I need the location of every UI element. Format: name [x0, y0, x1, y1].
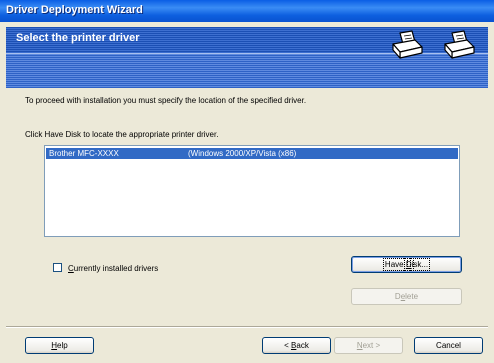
- wizard-header: Select the printer driver: [6, 27, 488, 88]
- installed-drivers-checkbox[interactable]: [53, 263, 62, 272]
- delete-button[interactable]: Delete: [351, 288, 462, 305]
- driver-listbox[interactable]: Brother MFC-XXXX (Windows 2000/XP/Vista …: [44, 145, 460, 237]
- next-button[interactable]: Next >: [334, 337, 403, 354]
- printer-icon: [444, 30, 475, 59]
- have-disk-instruction: Click Have Disk to locate the appropriat…: [25, 130, 219, 139]
- back-button[interactable]: < Back: [262, 337, 331, 354]
- list-item[interactable]: Brother MFC-XXXX (Windows 2000/XP/Vista …: [46, 148, 458, 159]
- footer-divider: [6, 326, 488, 328]
- page-title: Select the printer driver: [16, 32, 140, 44]
- driver-name: Brother MFC-XXXX: [49, 149, 119, 158]
- window-title: Driver Deployment Wizard: [6, 4, 143, 16]
- printer-icon: [392, 30, 423, 59]
- location-instruction: To proceed with installation you must sp…: [25, 96, 307, 105]
- have-disk-button[interactable]: Have Disk...: [351, 256, 462, 273]
- help-button[interactable]: Help: [25, 337, 94, 354]
- cancel-button[interactable]: Cancel: [414, 337, 483, 354]
- wizard-window: Driver Deployment Wizard Select the prin…: [0, 0, 494, 363]
- title-bar[interactable]: Driver Deployment Wizard: [0, 0, 494, 22]
- installed-drivers-label[interactable]: Currently installed drivers: [68, 264, 158, 273]
- driver-platform: (Windows 2000/XP/Vista (x86): [188, 149, 297, 158]
